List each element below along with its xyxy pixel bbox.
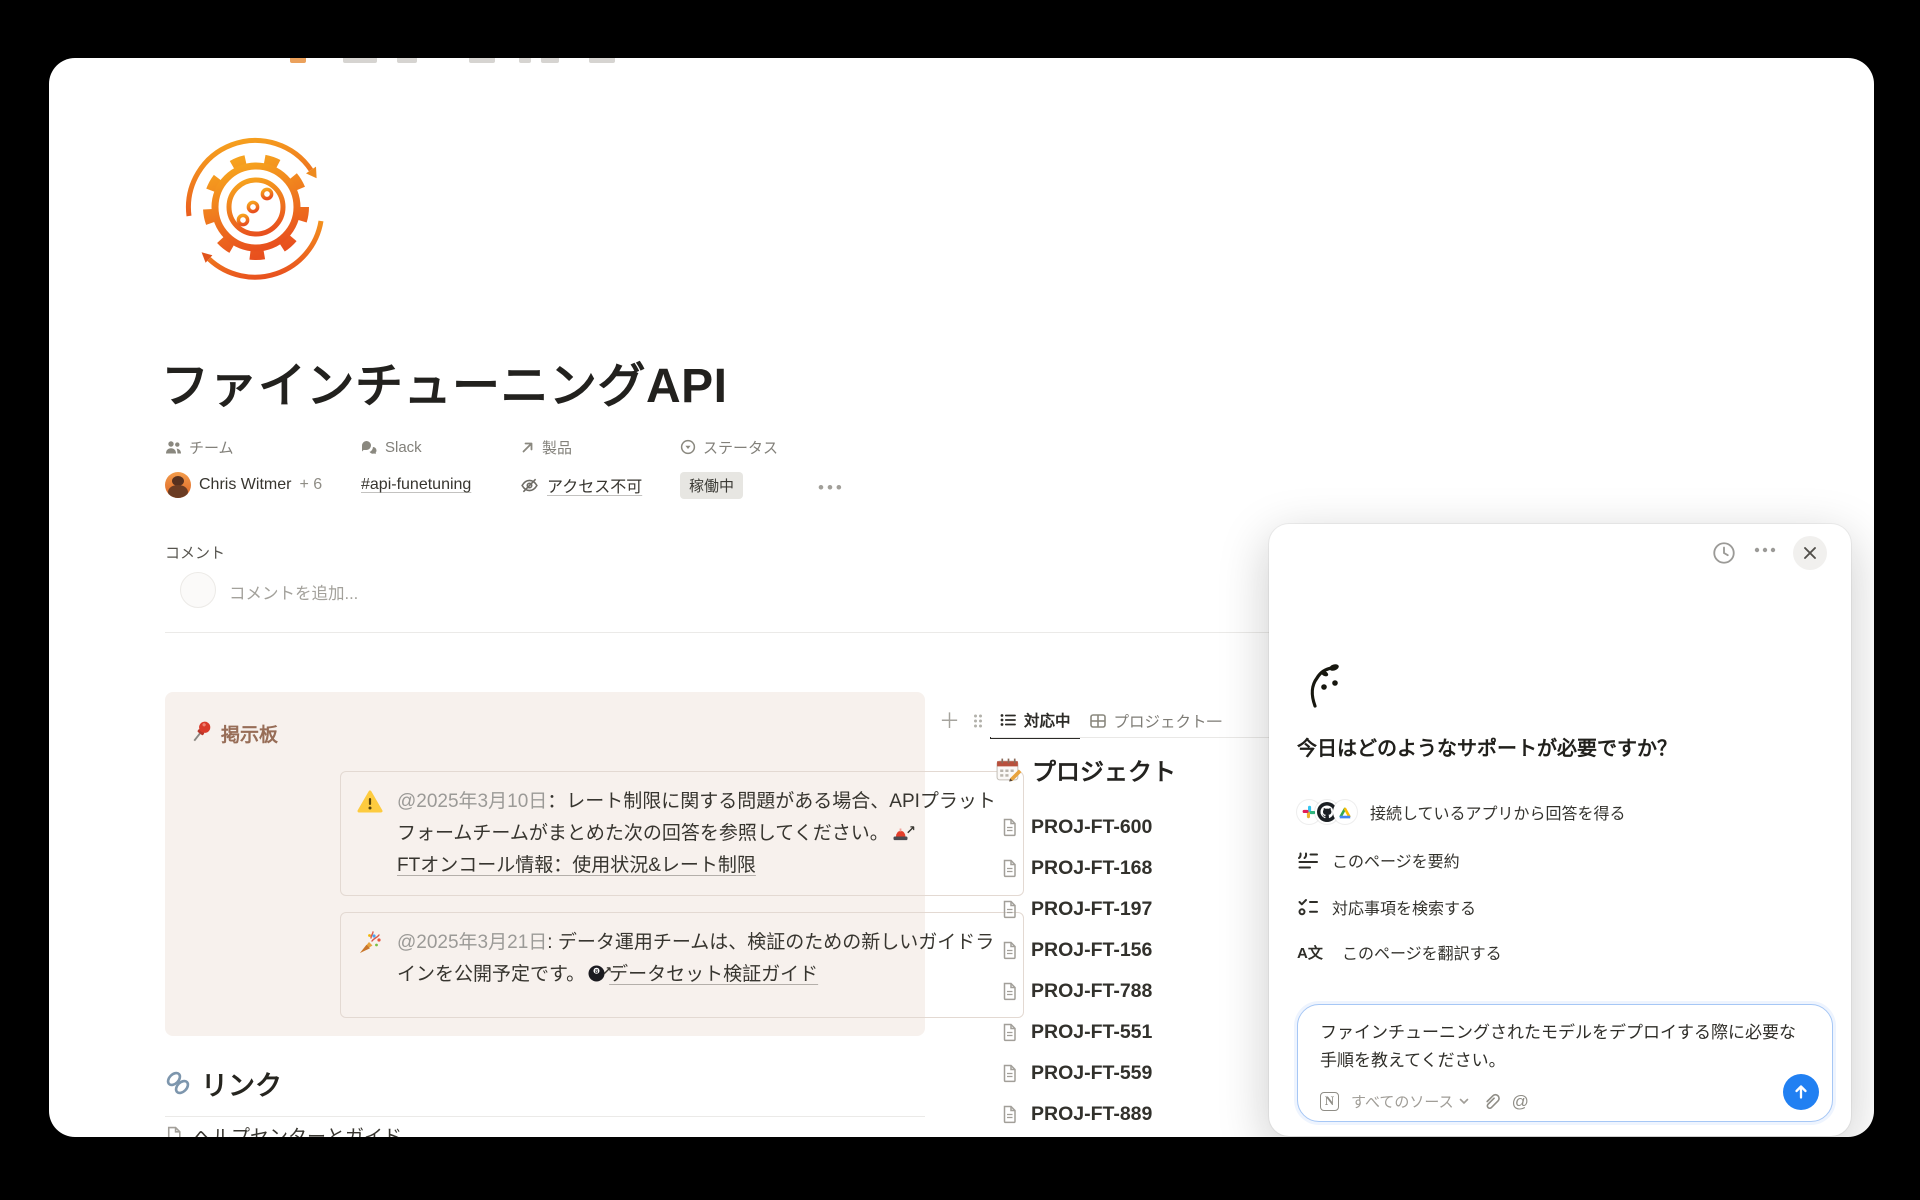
project-row[interactable]: PROJ-FT-788 — [1001, 976, 1152, 1006]
property-label-product[interactable]: 製品 — [520, 437, 572, 457]
document-icon — [1001, 818, 1018, 837]
ai-prompt-text[interactable]: ファインチューニングされたモデルをデプロイする際に必要な手順を教えてください。 — [1320, 1019, 1812, 1075]
view-tabs: ＋ 対応中 プロジェクト一 — [933, 703, 1231, 739]
cropped-topbar-fragment — [469, 58, 495, 63]
page-title[interactable]: ファインチューニングAPI — [161, 346, 728, 416]
callout-title: 掲示板 — [221, 720, 278, 747]
ai-assistant-panel: 今日はどのようなサポートが必要ですか？ — [1269, 524, 1851, 1136]
calendar-pencil-icon — [995, 756, 1022, 783]
project-row[interactable]: PROJ-FT-600 — [1001, 812, 1152, 842]
chat-bubbles-icon — [361, 440, 378, 455]
add-view-icon[interactable]: ＋ — [933, 711, 966, 732]
more-icon[interactable] — [1753, 546, 1777, 554]
link-chain-icon — [163, 1068, 193, 1098]
project-row[interactable]: PROJ-FT-551 — [1001, 1017, 1152, 1047]
drag-handle-icon[interactable] — [966, 713, 990, 729]
ai-greeting: 今日はどのようなサポートが必要ですか？ — [1297, 732, 1677, 761]
cropped-topbar-fragment — [397, 58, 417, 63]
avatar — [165, 472, 191, 498]
cropped-topbar-fragment — [589, 58, 615, 63]
property-label-team[interactable]: チーム — [165, 437, 234, 457]
mention-icon[interactable]: @ — [1512, 1092, 1529, 1112]
ai-menu-search-tasks[interactable]: 対応事項を検索する — [1297, 891, 1476, 923]
ai-menu-summarize[interactable]: このページを要約 — [1297, 844, 1460, 876]
oncall-link[interactable]: FTオンコール情報：使用状況&レート制限 — [397, 855, 756, 876]
siren-icon: ↗ — [891, 823, 910, 842]
document-icon — [1001, 1064, 1018, 1083]
projects-db-title[interactable]: プロジェクト — [995, 752, 1176, 787]
notice-rate-limit[interactable]: @2025年3月10日：レート制限に関する問題がある場合、APIプラットフォーム… — [340, 771, 1024, 896]
page-icon-gear-sync[interactable] — [175, 126, 337, 288]
status-badge: 稼働中 — [680, 472, 743, 499]
notion-ai-face-logo — [1299, 658, 1343, 710]
history-icon[interactable] — [1711, 540, 1737, 566]
google-drive-icon — [1333, 800, 1357, 824]
ai-menu-translate[interactable]: A文 このページを翻訳する — [1297, 936, 1502, 968]
document-icon — [1001, 941, 1018, 960]
table-view-icon — [1089, 712, 1107, 730]
status-circle-icon — [680, 439, 696, 455]
date-mention: @2025年3月10日 — [397, 791, 547, 812]
tab-active-list[interactable]: 対応中 — [990, 703, 1080, 739]
cropped-topbar-fragment — [290, 58, 306, 63]
divider — [165, 632, 1285, 633]
add-comment-input[interactable]: コメントを追加... — [229, 580, 358, 604]
project-row[interactable]: PROJ-FT-156 — [1001, 935, 1152, 965]
date-mention: @2025年3月21日 — [397, 932, 547, 953]
ai-prompt-input[interactable]: ファインチューニングされたモデルをデプロイする際に必要な手順を教えてください。 … — [1297, 1004, 1833, 1122]
attach-icon[interactable] — [1481, 1092, 1500, 1111]
eye-off-icon — [520, 476, 539, 495]
comment-avatar-placeholder — [180, 572, 216, 608]
ai-menu-connected-apps[interactable]: 接続しているアプリから回答を得る — [1297, 796, 1626, 828]
property-label-slack[interactable]: Slack — [361, 437, 422, 457]
notice-guidelines[interactable]: @2025年3月21日: データ運用チームは、検証のための新しいガイドラインを公… — [340, 912, 1024, 1018]
document-icon — [1001, 900, 1018, 919]
list-view-icon — [999, 711, 1017, 729]
svg-text:8: 8 — [595, 969, 598, 975]
comments-heading: コメント — [165, 542, 225, 563]
notion-source-icon: N — [1320, 1092, 1339, 1111]
source-selector[interactable]: すべてのソース — [1351, 1091, 1469, 1112]
send-button[interactable] — [1783, 1074, 1819, 1110]
chevron-down-icon — [1459, 1098, 1469, 1105]
tab-divider — [991, 737, 1269, 738]
properties-more-icon[interactable]: ••• — [818, 478, 845, 498]
party-popper-icon — [357, 930, 383, 956]
project-row[interactable]: PROJ-FT-559 — [1001, 1058, 1152, 1088]
people-icon — [165, 440, 182, 455]
cropped-topbar-fragment — [541, 58, 559, 63]
pushpin-icon — [187, 718, 215, 746]
project-row[interactable]: PROJ-FT-168 — [1001, 853, 1152, 883]
property-value-product[interactable]: アクセス不可 — [520, 470, 642, 500]
property-value-slack[interactable]: #api-funetuning — [361, 470, 471, 500]
property-label-status[interactable]: ステータス — [680, 437, 778, 457]
eight-ball-icon: 8↗ — [587, 964, 606, 983]
project-row[interactable]: PROJ-FT-197 — [1001, 894, 1152, 924]
cropped-topbar-fragment — [343, 58, 377, 63]
task-search-icon — [1297, 897, 1319, 917]
document-icon — [1001, 1023, 1018, 1042]
arrow-up-icon — [1792, 1083, 1810, 1101]
document-icon — [1001, 859, 1018, 878]
board-region: ＋ 対応中 プロジェクト一 — [933, 698, 1269, 1137]
notion-window: ファインチューニングAPI チーム Slack 製品 ステータス Chris W… — [49, 58, 1874, 1137]
links-heading: リンク — [201, 1064, 282, 1103]
link-item-clipped[interactable]: ヘルプセンターとガイド — [165, 1122, 402, 1137]
document-icon — [1001, 1105, 1018, 1124]
document-icon — [1001, 982, 1018, 1001]
property-value-status[interactable]: 稼働中 — [680, 470, 743, 500]
document-icon — [165, 1126, 183, 1138]
translate-icon: A文 — [1297, 942, 1329, 963]
cropped-topbar-fragment — [519, 58, 531, 63]
pinboard-callout: 掲示板 @2025年3月10日：レート制限に関する問題がある場合、APIプラット… — [165, 692, 925, 1036]
project-row[interactable]: PROJ-FT-889 — [1001, 1099, 1152, 1129]
warning-icon — [357, 789, 383, 815]
close-icon[interactable] — [1793, 536, 1827, 570]
summarize-icon — [1297, 850, 1319, 870]
property-value-team[interactable]: Chris Witmer + 6 — [165, 470, 322, 500]
divider — [165, 1116, 925, 1117]
tab-projects-table[interactable]: プロジェクト一 — [1080, 704, 1232, 738]
arrow-up-right-icon — [520, 440, 535, 455]
dataset-guide-link[interactable]: データセット検証ガイド — [609, 964, 818, 985]
